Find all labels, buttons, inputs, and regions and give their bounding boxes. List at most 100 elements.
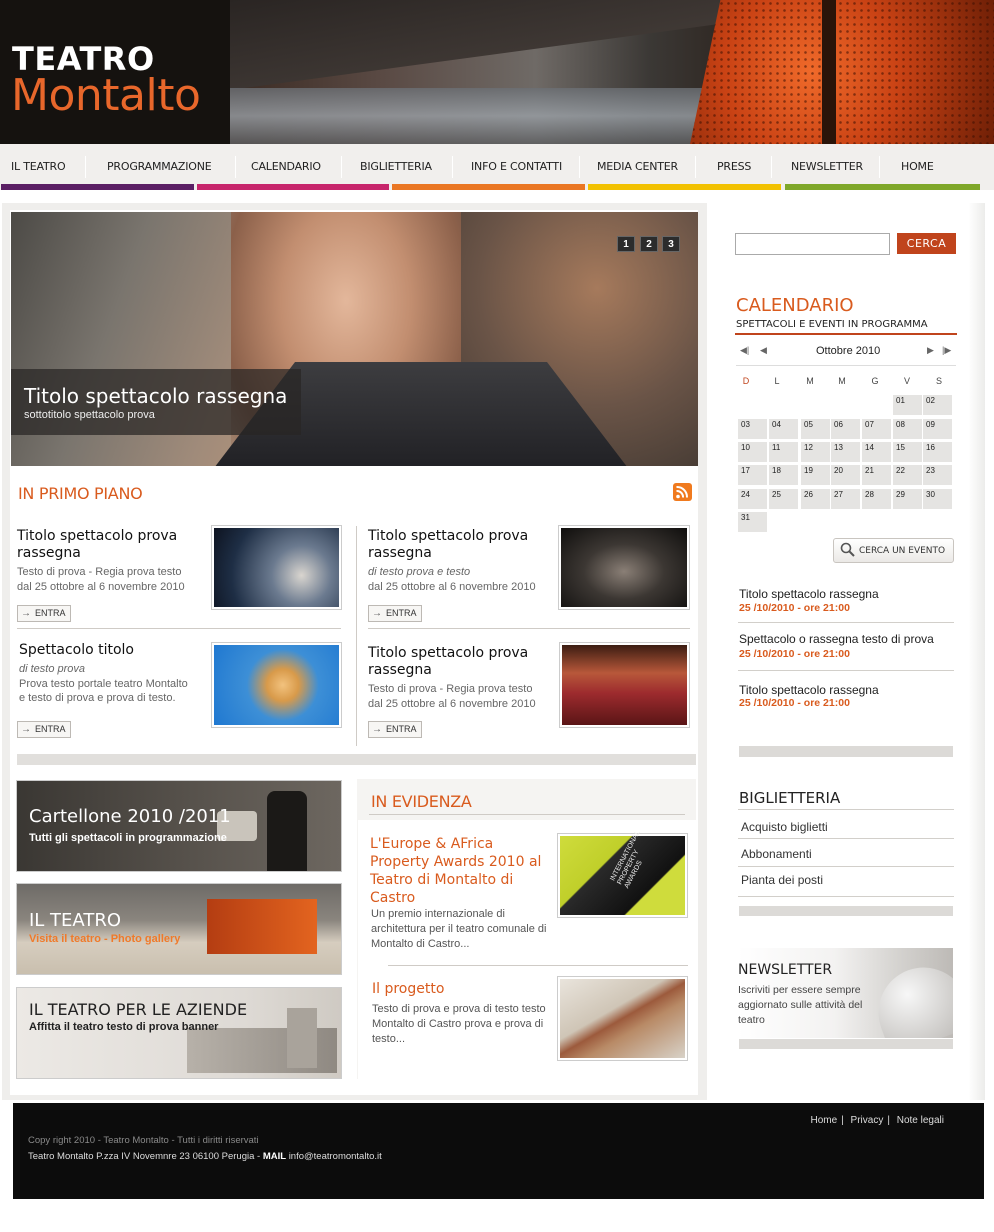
evidenza-item-title[interactable]: L'Europe & AFrica Property Awards 2010 a… xyxy=(370,835,550,907)
event-title[interactable]: Titolo spettacolo rassegna xyxy=(739,587,879,601)
card-title[interactable]: Titolo spettacolo prova rassegna xyxy=(17,528,202,562)
calendar-day[interactable]: 01 xyxy=(893,395,922,415)
newsletter-banner[interactable]: NEWSLETTER Iscriviti per essere sempre a… xyxy=(738,948,953,1038)
logo-line2[interactable]: Montalto xyxy=(11,70,201,121)
calendar-day-header: M xyxy=(806,376,814,386)
search-event-button[interactable]: CERCA UN EVENTO xyxy=(833,538,954,563)
calendar-day[interactable]: 27 xyxy=(831,489,860,509)
calendar-day[interactable]: 04 xyxy=(769,419,798,439)
biglietteria-abbonamenti[interactable]: Abbonamenti xyxy=(741,847,812,861)
header-photo-post xyxy=(822,0,836,144)
calendar-day[interactable]: 24 xyxy=(738,489,767,509)
nav-home[interactable]: HOME xyxy=(901,160,934,173)
hero-page-2[interactable]: 2 xyxy=(640,236,658,252)
biglietteria-pianta[interactable]: Pianta dei posti xyxy=(741,873,823,887)
nav-info-contatti[interactable]: INFO E CONTATTI xyxy=(471,160,562,173)
calendar-day-header: M xyxy=(838,376,846,386)
hero-slider[interactable]: Titolo spettacolo rassegna sottotitolo s… xyxy=(11,212,698,466)
nav-separator xyxy=(771,156,772,178)
calendar-day[interactable]: 26 xyxy=(801,489,830,509)
calendar-title: CALENDARIO xyxy=(736,295,854,316)
nav-press[interactable]: PRESS xyxy=(717,160,751,173)
card-text: di testo prova xyxy=(19,662,85,676)
biglietteria-line xyxy=(738,809,954,810)
calendar-day[interactable]: 12 xyxy=(801,442,830,462)
card-dates: dal 25 ottobre al 6 novembre 2010 xyxy=(17,581,185,593)
hero-page-1[interactable]: 1 xyxy=(617,236,635,252)
nav-il-teatro[interactable]: IL TEATRO xyxy=(11,160,66,173)
calendar-day[interactable]: 03 xyxy=(738,419,767,439)
footer-link-privacy[interactable]: Privacy xyxy=(851,1115,884,1126)
card-title[interactable]: Spettacolo titolo xyxy=(19,642,204,659)
calendar-day[interactable]: 09 xyxy=(923,419,952,439)
calendar-day[interactable]: 07 xyxy=(862,419,891,439)
calendar-day[interactable]: 21 xyxy=(862,465,891,485)
rss-icon[interactable] xyxy=(673,483,692,501)
banner-cartellone[interactable]: Cartellone 2010 /2011 Tutti gli spettaco… xyxy=(16,780,342,872)
calendar-day[interactable]: 30 xyxy=(923,489,952,509)
biglietteria-acquisto[interactable]: Acquisto biglietti xyxy=(741,820,828,834)
evidenza-item-thumb[interactable]: INTERNATIONAL PROPERTY AWARDS xyxy=(557,830,688,918)
award-image-text: INTERNATIONAL PROPERTY AWARDS xyxy=(609,830,644,890)
calendar-day[interactable]: 23 xyxy=(923,465,952,485)
evidenza-item-thumb[interactable] xyxy=(557,976,688,1061)
calendar-day[interactable]: 05 xyxy=(801,419,830,439)
nav-color-bar-orange xyxy=(392,184,585,190)
entra-button[interactable]: ENTRA xyxy=(17,605,71,622)
calendar-day[interactable]: 18 xyxy=(769,465,798,485)
banner-aziende[interactable]: IL TEATRO PER LE AZIENDE Affitta il teat… xyxy=(16,987,342,1079)
biglietteria-line xyxy=(738,896,954,897)
banner-il-teatro[interactable]: IL TEATRO Visita il teatro - Photo galle… xyxy=(16,883,342,975)
calendar-day[interactable]: 20 xyxy=(831,465,860,485)
calendar-day[interactable]: 13 xyxy=(831,442,860,462)
event-title[interactable]: Spettacolo o rassegna testo di prova xyxy=(739,632,934,646)
entra-button[interactable]: ENTRA xyxy=(368,721,422,738)
footer-link-home[interactable]: Home xyxy=(810,1115,837,1126)
calendar-day[interactable]: 14 xyxy=(862,442,891,462)
calendar-day[interactable]: 10 xyxy=(738,442,767,462)
biglietteria-bottom-bar xyxy=(739,906,953,916)
card-title[interactable]: Titolo spettacolo prova rassegna xyxy=(368,645,553,679)
card-title[interactable]: Titolo spettacolo prova rassegna xyxy=(368,528,553,562)
calendar-day[interactable]: 16 xyxy=(923,442,952,462)
card-thumbnail[interactable] xyxy=(558,525,690,610)
calendar-last-icon[interactable]: |▶ xyxy=(942,345,951,356)
card-text: di testo prova e testo xyxy=(368,565,470,579)
card-thumbnail[interactable] xyxy=(211,525,342,610)
card-thumbnail[interactable] xyxy=(559,642,690,728)
calendar-day[interactable]: 17 xyxy=(738,465,767,485)
calendar-prev-icon[interactable]: ◀ xyxy=(760,345,767,356)
nav-newsletter[interactable]: NEWSLETTER xyxy=(791,160,863,173)
nav-calendario[interactable]: CALENDARIO xyxy=(251,160,321,173)
evidenza-item-title[interactable]: Il progetto xyxy=(372,980,552,998)
calendar-day[interactable]: 19 xyxy=(801,465,830,485)
calendar-day[interactable]: 15 xyxy=(893,442,922,462)
footer-link-note-legali[interactable]: Note legali xyxy=(897,1115,944,1126)
event-title[interactable]: Titolo spettacolo rassegna xyxy=(739,683,879,697)
calendar-day[interactable]: 31 xyxy=(738,512,767,532)
search-button[interactable]: CERCA xyxy=(897,233,956,254)
nav-separator xyxy=(695,156,696,178)
calendar-day[interactable]: 29 xyxy=(893,489,922,509)
nav-programmazione[interactable]: PROGRAMMAZIONE xyxy=(107,160,212,173)
card-thumbnail[interactable] xyxy=(211,642,342,728)
calendar-first-icon[interactable]: ◀| xyxy=(740,345,749,356)
calendar-day[interactable]: 25 xyxy=(769,489,798,509)
hero-title[interactable]: Titolo spettacolo rassegna xyxy=(24,384,287,408)
magnifier-icon xyxy=(840,542,856,563)
nav-media-center[interactable]: MEDIA CENTER xyxy=(597,160,678,173)
calendar-day[interactable]: 28 xyxy=(862,489,891,509)
calendar-next-icon[interactable]: ▶ xyxy=(927,345,934,356)
calendar-day[interactable]: 11 xyxy=(769,442,798,462)
hero-page-3[interactable]: 3 xyxy=(662,236,680,252)
search-input[interactable] xyxy=(735,233,890,255)
nav-biglietteria[interactable]: BIGLIETTERIA xyxy=(360,160,432,173)
calendar-day[interactable]: 02 xyxy=(923,395,952,415)
footer-mail[interactable]: info@teatromontalto.it xyxy=(289,1151,382,1162)
calendar-day[interactable]: 08 xyxy=(893,419,922,439)
calendar-day[interactable]: 22 xyxy=(893,465,922,485)
calendar-day[interactable]: 06 xyxy=(831,419,860,439)
entra-button[interactable]: ENTRA xyxy=(368,605,422,622)
entra-button[interactable]: ENTRA xyxy=(17,721,71,738)
nav-separator xyxy=(85,156,86,178)
